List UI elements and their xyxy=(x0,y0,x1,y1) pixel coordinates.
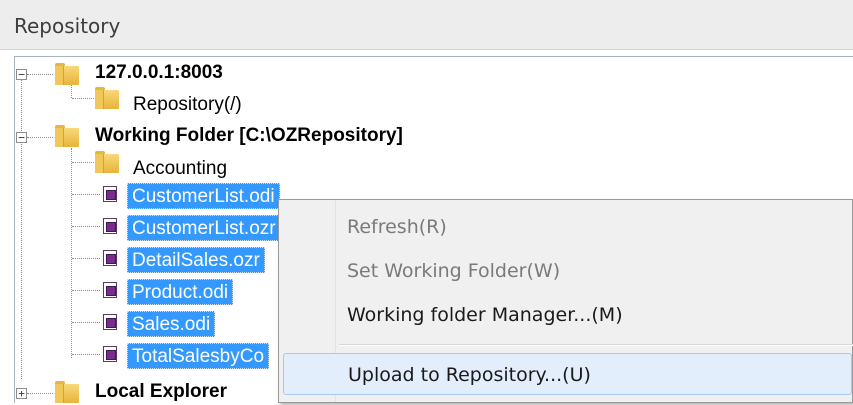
tree-node-file[interactable]: TotalSalesbyCo xyxy=(127,343,270,369)
tree-node-working-folder[interactable]: Working Folder [C:\OZRepository] xyxy=(95,123,403,149)
tree-node-file[interactable]: CustomerList.ozr xyxy=(127,215,281,241)
folder-icon xyxy=(55,381,79,403)
menu-item-label: Set Working Folder(W) xyxy=(347,260,561,282)
tree-connector xyxy=(72,258,100,259)
tree-node-repository[interactable]: Repository(/) xyxy=(133,92,242,118)
folder-icon xyxy=(55,125,79,147)
menu-item-upload-to-repository[interactable]: Upload to Repository...(U) xyxy=(283,353,852,395)
menu-item-label: Upload to Repository...(U) xyxy=(348,364,591,386)
tree-connector xyxy=(27,137,53,138)
menu-item-working-folder-manager[interactable]: Working folder Manager...(M) xyxy=(283,294,852,336)
ozr-file-icon xyxy=(103,250,117,266)
odi-file-icon xyxy=(103,314,117,330)
tree-node-file[interactable]: Product.odi xyxy=(127,279,234,305)
tree-connector xyxy=(72,194,100,195)
repository-panel-header: Repository xyxy=(0,0,853,50)
menu-item-set-working-folder[interactable]: Set Working Folder(W) xyxy=(283,250,852,292)
tree-connector xyxy=(72,354,100,355)
tree-node-server[interactable]: 127.0.0.1:8003 xyxy=(95,60,223,86)
expander-plus-icon[interactable]: + xyxy=(16,388,27,399)
tree-connector xyxy=(72,226,100,227)
tree-node-file[interactable]: CustomerList.odi xyxy=(127,183,280,209)
folder-icon xyxy=(95,151,119,173)
tree-connector xyxy=(72,162,94,163)
context-menu: Refresh(R) Set Working Folder(W) Working… xyxy=(278,199,853,403)
tree-connector xyxy=(72,322,100,323)
ozr-file-icon xyxy=(103,218,117,234)
menu-item-label: Refresh(R) xyxy=(347,216,447,238)
menu-item-refresh[interactable]: Refresh(R) xyxy=(283,206,852,248)
odi-file-icon xyxy=(103,186,117,202)
folder-icon xyxy=(55,63,79,85)
tree-connector xyxy=(21,79,22,379)
folder-icon xyxy=(95,87,119,109)
odi-file-icon xyxy=(103,282,117,298)
tree-node-file[interactable]: Sales.odi xyxy=(127,311,216,337)
tree-node-file[interactable]: DetailSales.ozr xyxy=(127,247,265,273)
tree-connector xyxy=(72,98,94,99)
tree-connector xyxy=(71,84,72,98)
tree-connector xyxy=(72,290,100,291)
tree-connector xyxy=(71,148,72,358)
tree-connector xyxy=(27,393,53,394)
menu-separator xyxy=(339,344,853,346)
tree-node-local-explorer[interactable]: Local Explorer xyxy=(95,379,227,405)
tree-connector xyxy=(27,74,53,75)
ozr-file-icon xyxy=(103,346,117,362)
tree-node-accounting[interactable]: Accounting xyxy=(133,156,227,182)
expander-minus-icon[interactable]: − xyxy=(16,132,27,143)
expander-minus-icon[interactable]: − xyxy=(16,69,27,80)
panel-title: Repository xyxy=(14,14,121,38)
menu-item-label: Working folder Manager...(M) xyxy=(347,304,623,326)
